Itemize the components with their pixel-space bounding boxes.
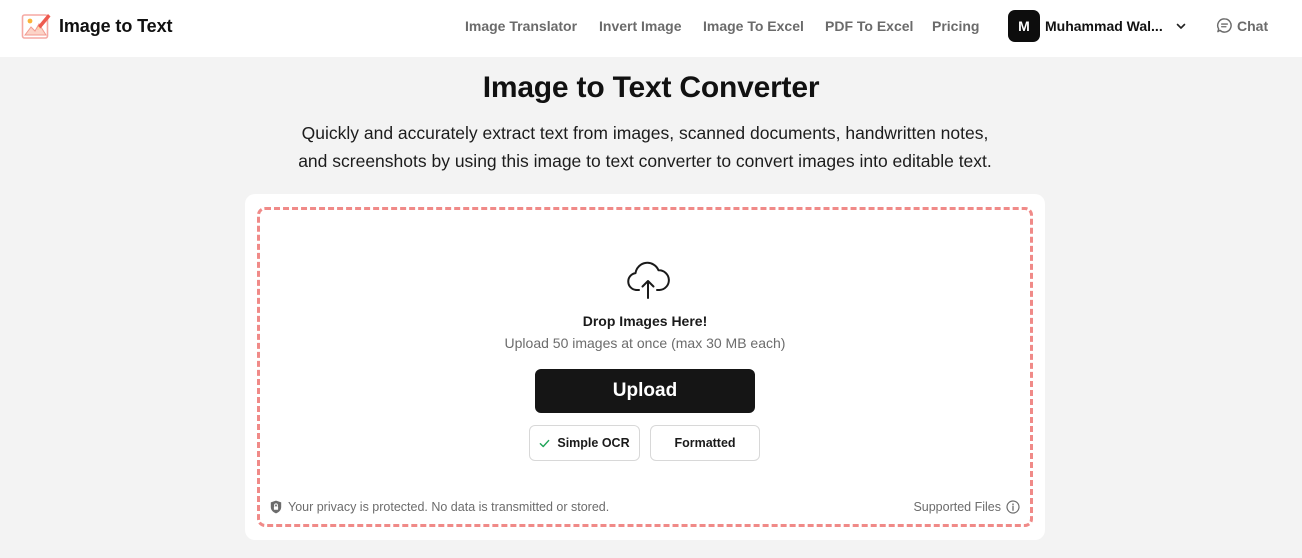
- info-icon: [1006, 500, 1020, 514]
- subtitle-line-2: and screenshots by using this image to t…: [298, 151, 992, 171]
- user-name: Muhammad Wal...: [1045, 18, 1163, 34]
- chevron-down-icon: [1176, 23, 1186, 29]
- upload-card: Drop Images Here! Upload 50 images at on…: [245, 194, 1045, 540]
- page-title: Image to Text Converter: [482, 71, 820, 104]
- brand-name: Image to Text: [59, 15, 173, 36]
- chat-label: Chat: [1237, 17, 1269, 34]
- simple-ocr-option[interactable]: Simple OCR: [529, 425, 640, 461]
- nav-image-to-excel[interactable]: Image To Excel: [703, 18, 804, 34]
- page-subtitle: Quickly and accurately extract text from…: [240, 119, 1050, 175]
- chat-bubble-icon: [1217, 18, 1232, 33]
- pencil-picture-logo-icon: [21, 14, 51, 39]
- upload-button[interactable]: Upload: [535, 369, 755, 413]
- shield-lock-icon: [270, 500, 282, 514]
- privacy-note: Your privacy is protected. No data is tr…: [270, 500, 609, 514]
- simple-ocr-label: Simple OCR: [557, 436, 630, 450]
- upload-limits-text: Upload 50 images at once (max 30 MB each…: [504, 335, 786, 351]
- subtitle-line-1: Quickly and accurately extract text from…: [301, 123, 989, 143]
- drop-title: Drop Images Here!: [582, 313, 708, 329]
- supported-files-label: Supported Files: [913, 500, 1001, 514]
- nav-pdf-to-excel[interactable]: PDF To Excel: [825, 18, 913, 34]
- avatar: M: [1008, 10, 1040, 42]
- nav-invert-image[interactable]: Invert Image: [599, 18, 681, 34]
- formatted-option[interactable]: Formatted: [650, 425, 760, 461]
- image-dropzone[interactable]: Drop Images Here! Upload 50 images at on…: [257, 207, 1033, 527]
- check-icon: [540, 439, 550, 447]
- nav-image-translator[interactable]: Image Translator: [465, 18, 577, 34]
- user-menu[interactable]: M Muhammad Wal...: [1008, 10, 1187, 42]
- formatted-label: Formatted: [674, 436, 736, 450]
- nav-pricing[interactable]: Pricing: [932, 18, 979, 34]
- top-header: Image to Text Image Translator Invert Im…: [0, 0, 1302, 57]
- privacy-text: Your privacy is protected. No data is tr…: [288, 500, 610, 514]
- supported-files-link[interactable]: Supported Files: [913, 500, 1020, 514]
- cloud-upload-icon: [627, 261, 670, 299]
- chat-button[interactable]: Chat: [1216, 17, 1268, 34]
- brand-logo[interactable]: Image to Text: [21, 11, 172, 41]
